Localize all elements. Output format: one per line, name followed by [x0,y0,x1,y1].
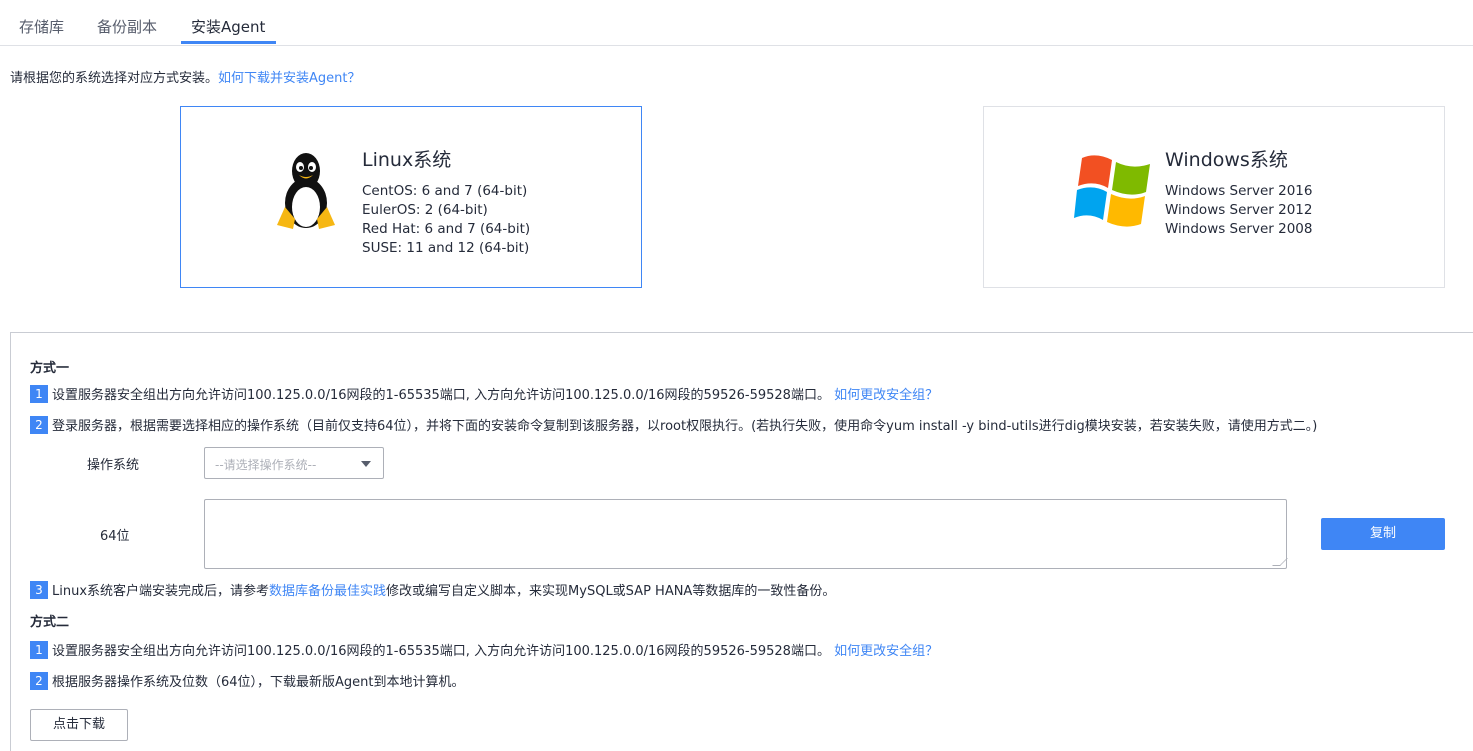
step-text: 设置服务器安全组出方向允许访问100.125.0.0/16网段的1-65535端… [52,388,830,403]
install-command-textarea[interactable] [204,499,1288,569]
step-text: 修改或编写自定义脚本，来实现MySQL或SAP HANA等数据库的一致性备份。 [386,584,836,599]
linux-os-card[interactable]: Linux系统 CentOS: 6 and 7 (64-bit) EulerOS… [180,106,642,288]
method-two-title: 方式二 [30,615,70,630]
os-select-placeholder: --请选择操作系统-- [215,458,317,472]
method1-step-3: 3 Linux系统客户端安装完成后，请参考数据库备份最佳实践修改或编写自定义脚本，… [30,580,835,599]
tab-repository[interactable]: 存储库 [19,16,64,45]
bit-label: 64位 [100,529,130,544]
method2-step-1: 1 设置服务器安全组出方向允许访问100.125.0.0/16网段的1-65535… [30,640,938,659]
step-text: 登录服务器，根据需要选择相应的操作系统（目前仅支持64位），并将下面的安装命令复… [52,419,1318,434]
db-backup-best-practice-link[interactable]: 数据库备份最佳实践 [269,584,386,599]
step-number-badge: 1 [30,640,48,659]
step-number-badge: 2 [30,415,48,434]
windows-version: Windows Server 2008 [1165,221,1313,237]
os-select-label: 操作系统 [87,458,140,473]
linux-card-title: Linux系统 [362,149,452,171]
step-number-badge: 3 [30,580,48,599]
windows-version: Windows Server 2012 [1165,202,1313,218]
step-text: 设置服务器安全组出方向允许访问100.125.0.0/16网段的1-65535端… [52,644,830,659]
windows-flag-icon [1074,155,1150,227]
windows-card-title: Windows系统 [1165,149,1288,171]
linux-version: EulerOS: 2 (64-bit) [362,202,488,218]
intro-text: 请根据您的系统选择对应方式安装。 [10,71,219,86]
step-text: 根据服务器操作系统及位数（64位），下载最新版Agent到本地计算机。 [52,675,465,690]
step-text: Linux系统客户端安装完成后，请参考 [52,584,270,599]
download-install-agent-link[interactable]: 如何下载并安装Agent？ [218,71,360,86]
tux-penguin-icon [277,153,335,229]
change-security-group-link[interactable]: 如何更改安全组？ [834,388,938,403]
change-security-group-link[interactable]: 如何更改安全组？ [834,644,938,659]
windows-version: Windows Server 2016 [1165,183,1313,199]
os-select-dropdown[interactable]: --请选择操作系统-- [204,447,384,479]
linux-version-list: CentOS: 6 and 7 (64-bit) EulerOS: 2 (64-… [362,182,530,258]
linux-version: CentOS: 6 and 7 (64-bit) [362,183,528,199]
tab-bar: 存储库 备份副本 安装Agent [0,0,1473,46]
copy-button[interactable]: 复制 [1321,518,1445,550]
intro-line: 请根据您的系统选择对应方式安装。如何下载并安装Agent？ [10,67,361,86]
active-tab-indicator [181,41,276,44]
linux-version: Red Hat: 6 and 7 (64-bit) [362,221,531,237]
chevron-down-icon [361,461,371,467]
method1-step-1: 1 设置服务器安全组出方向允许访问100.125.0.0/16网段的1-65535… [30,384,938,403]
download-button[interactable]: 点击下载 [30,709,128,741]
windows-version-list: Windows Server 2016 Windows Server 2012 … [1165,182,1312,239]
linux-version: SUSE: 11 and 12 (64-bit) [362,240,530,256]
method1-step-2: 2 登录服务器，根据需要选择相应的操作系统（目前仅支持64位），并将下面的安装命令… [30,415,1317,434]
step-number-badge: 1 [30,384,48,403]
resize-grip-icon[interactable] [1272,558,1288,566]
method-one-title: 方式一 [30,361,70,376]
step-number-badge: 2 [30,671,48,690]
windows-os-card[interactable]: Windows系统 Windows Server 2016 Windows Se… [983,106,1445,288]
method2-step-2: 2 根据服务器操作系统及位数（64位），下载最新版Agent到本地计算机。 [30,671,465,690]
tab-backup-copies[interactable]: 备份副本 [97,16,157,45]
